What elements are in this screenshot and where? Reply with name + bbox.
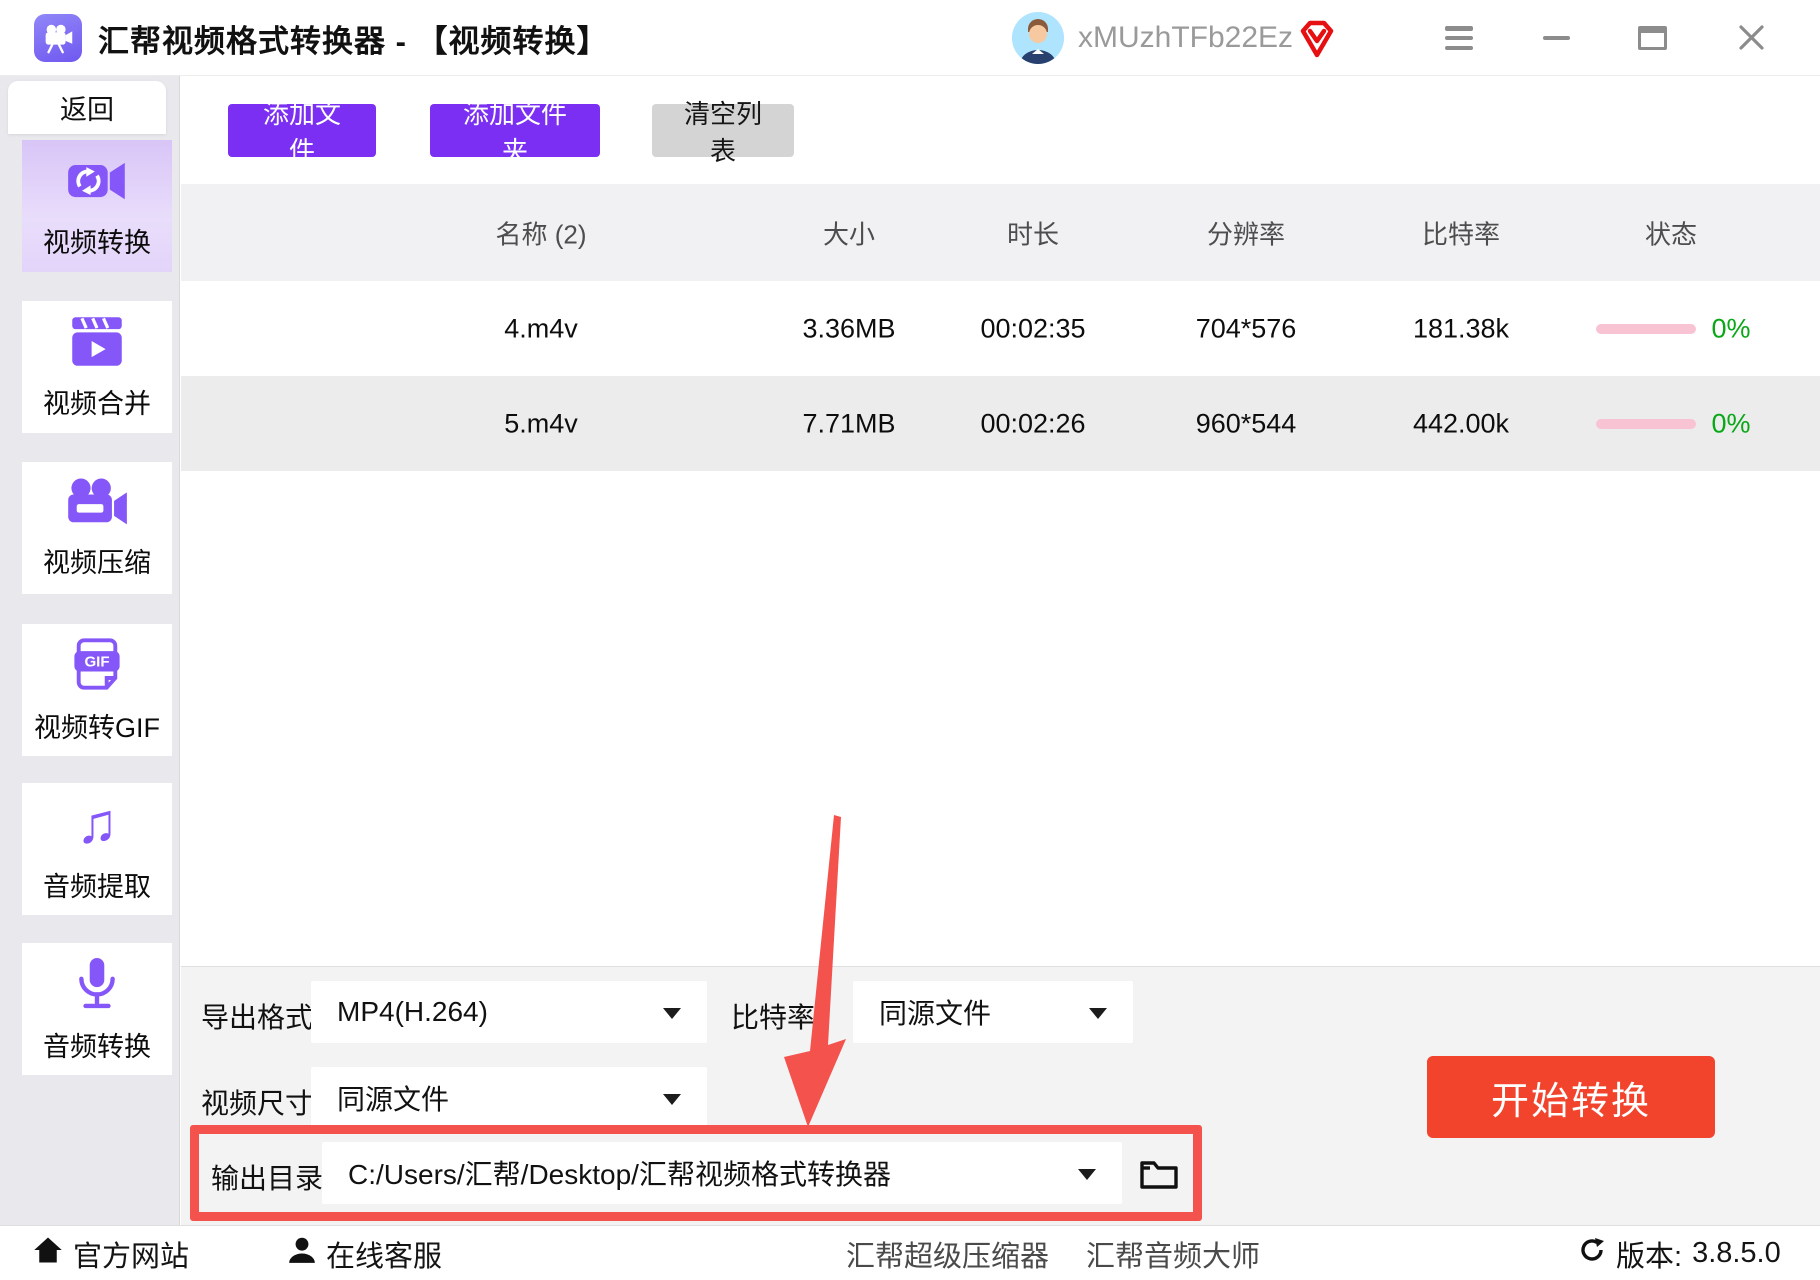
chevron-down-icon [1089,1008,1107,1019]
sidebar-item-audio-extract[interactable]: ♫ 音频提取 [22,783,172,915]
cell-size: 7.71MB [802,408,896,438]
footer: 官方网站 在线客服 汇帮超级压缩器 汇帮音频大师 版本: 3.8.5.0 [0,1225,1820,1280]
window-title: 汇帮视频格式转换器 - 【视频转换】 [98,23,609,59]
app-window: 汇帮视频格式转换器 - 【视频转换】 xMUzhTFb22Ez 返回 视频转换 … [0,0,1820,1280]
col-name: 名称 (2) [495,219,587,249]
sidebar-item-label: 视频转GIF [34,712,160,743]
sidebar-item-video-convert[interactable]: 视频转换 [22,140,172,272]
cell-bitrate: 442.00k [1412,408,1510,438]
video-size-value: 同源文件 [337,1084,450,1115]
cell-name: 5.m4v [504,408,578,438]
version-label: 版本: [1616,1240,1683,1273]
refresh-icon[interactable] [1578,1236,1606,1272]
chevron-down-icon [663,1008,681,1019]
col-status: 状态 [1644,219,1698,249]
sidebar-item-label: 音频提取 [43,871,151,902]
progress-bar [1596,323,1696,334]
bitrate-dropdown[interactable]: 同源文件 [853,981,1133,1043]
col-resolution: 分辨率 [1206,219,1286,249]
add-file-button[interactable]: 添加文件 [228,99,376,166]
col-bitrate: 比特率 [1421,219,1501,249]
sidebar: 返回 视频转换 视频合并 视频压缩 GIF 视频转GIF ♫ 音频提取 音频转换 [0,76,180,1225]
version-value: 3.8.5.0 [1692,1237,1781,1269]
table-row: 5.m4v 7.71MB 00:02:26 960*544 442.00k 0% [181,376,1820,471]
video-convert-icon [66,153,128,212]
back-button[interactable]: 返回 [8,81,166,134]
bitrate-label: 比特率: [731,1002,823,1033]
cell-bitrate: 181.38k [1412,313,1510,343]
version-info: 版本: 3.8.5.0 [1578,1226,1781,1280]
svg-text:GIF: GIF [84,653,109,670]
sidebar-item-audio-convert[interactable]: 音频转换 [22,943,172,1075]
col-duration: 时长 [1006,219,1060,249]
cell-size: 3.36MB [802,313,896,343]
progress-percent: 0% [1711,408,1751,438]
official-site-link[interactable]: 官方网站 [33,1226,189,1280]
sidebar-item-video-to-gif[interactable]: GIF 视频转GIF [22,624,172,756]
sidebar-item-video-merge[interactable]: 视频合并 [22,301,172,433]
titlebar: 汇帮视频格式转换器 - 【视频转换】 xMUzhTFb22Ez [0,0,1820,76]
audio-master-product-link[interactable]: 汇帮音频大师 [1086,1226,1260,1280]
col-size: 大小 [822,219,876,249]
cell-duration: 00:02:35 [980,313,1086,343]
sidebar-item-video-compress[interactable]: 视频压缩 [22,462,172,594]
table-header: 名称 (2) 大小 时长 分辨率 比特率 状态 操作 [181,184,1820,281]
sidebar-item-label: 视频压缩 [43,547,151,578]
online-service-link[interactable]: 在线客服 [288,1226,442,1280]
username-label[interactable]: xMUzhTFb22Ez [1078,0,1293,76]
output-dir-label: 输出目录: [211,1163,331,1194]
vip-badge-icon[interactable] [1296,18,1338,60]
settings-panel: 导出格式: MP4(H.264) 比特率: 同源文件 视频尺寸: 同源文件 输出… [181,815,1820,1225]
chevron-down-icon [663,1094,681,1105]
sidebar-item-label: 视频合并 [43,388,151,419]
bitrate-value: 同源文件 [879,998,992,1029]
app-logo-icon [34,14,82,62]
progress-percent: 0% [1711,313,1751,343]
cell-resolution: 960*544 [1195,408,1297,438]
clear-list-button[interactable]: 清空列表 [652,99,794,166]
audio-convert-icon [72,955,122,1016]
home-icon [33,1236,63,1272]
chevron-down-icon [1078,1169,1096,1180]
annotation-arrow [784,815,846,1127]
cell-name: 4.m4v [504,313,578,343]
start-convert-button[interactable]: 开始转换 [1427,1056,1715,1138]
person-icon [288,1236,316,1272]
menu-hamburger-icon[interactable] [1445,26,1473,50]
video-merge-icon [69,314,125,373]
progress-bar [1596,418,1696,429]
compressor-product-link[interactable]: 汇帮超级压缩器 [846,1226,1049,1280]
browse-folder-icon[interactable] [1138,1155,1180,1191]
table-row: 4.m4v 3.36MB 00:02:35 704*576 181.38k 0% [181,281,1820,376]
minimize-button[interactable] [1543,36,1570,40]
video-compress-icon [65,477,129,532]
export-format-label: 导出格式: [201,1002,321,1033]
video-to-gif-icon: GIF [69,636,125,697]
cell-duration: 00:02:26 [980,408,1086,438]
close-button[interactable] [1738,24,1765,51]
add-folder-button[interactable]: 添加文件夹 [430,99,600,166]
export-format-value: MP4(H.264) [337,996,488,1027]
maximize-button[interactable] [1638,26,1667,50]
user-avatar[interactable] [1012,12,1064,64]
output-dir-dropdown[interactable]: C:/Users/汇帮/Desktop/汇帮视频格式转换器 [322,1142,1122,1204]
video-size-dropdown[interactable]: 同源文件 [311,1067,707,1129]
cell-resolution: 704*576 [1195,313,1297,343]
export-format-dropdown[interactable]: MP4(H.264) [311,981,707,1043]
audio-extract-icon: ♫ [68,791,126,856]
output-dir-value: C:/Users/汇帮/Desktop/汇帮视频格式转换器 [348,1159,891,1190]
video-size-label: 视频尺寸: [201,1088,321,1119]
svg-text:♫: ♫ [76,795,118,851]
sidebar-item-label: 音频转换 [43,1031,151,1062]
sidebar-item-label: 视频转换 [43,227,151,258]
